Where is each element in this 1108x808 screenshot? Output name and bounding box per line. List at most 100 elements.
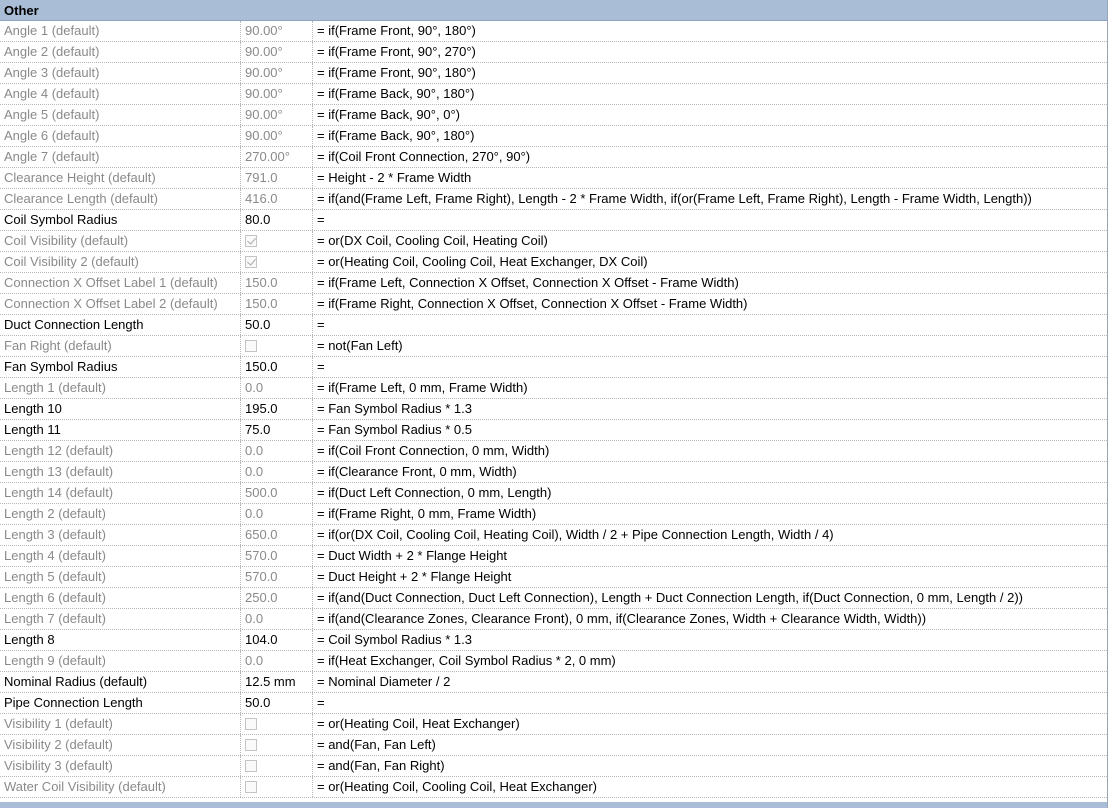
parameter-row[interactable]: Nominal Radius (default) 12.5 mm = Nominal… (0, 672, 1107, 693)
parameter-value[interactable]: 0.0 (241, 651, 313, 671)
parameter-value-checkbox-cell[interactable] (241, 336, 313, 356)
parameter-value[interactable]: 90.00° (241, 63, 313, 83)
parameter-row[interactable]: Connection X Offset Label 2 (default) 150… (0, 294, 1107, 315)
parameter-formula[interactable]: = if(Frame Front, 90°, 270°) (313, 42, 1107, 62)
parameter-row[interactable]: Connection X Offset Label 1 (default) 150… (0, 273, 1107, 294)
parameter-formula[interactable]: = Fan Symbol Radius * 0.5 (313, 420, 1107, 440)
parameter-formula[interactable]: = if(Frame Back, 90°, 0°) (313, 105, 1107, 125)
parameter-row[interactable]: Visibility 2 (default) = and(Fan, Fan Lef… (0, 735, 1107, 756)
parameter-formula[interactable]: = if(Frame Front, 90°, 180°) (313, 63, 1107, 83)
parameter-row[interactable]: Fan Symbol Radius 150.0 = (0, 357, 1107, 378)
parameter-row[interactable]: Angle 1 (default) 90.00° = if(Frame Front,… (0, 21, 1107, 42)
parameter-formula[interactable]: = if(and(Clearance Zones, Clearance Fron… (313, 609, 1107, 629)
parameter-formula[interactable]: = (313, 693, 1107, 713)
parameter-value[interactable]: 195.0 (241, 399, 313, 419)
parameter-row[interactable]: Length 7 (default) 0.0 = if(and(Clearance … (0, 609, 1107, 630)
parameter-row[interactable]: Angle 3 (default) 90.00° = if(Frame Front,… (0, 63, 1107, 84)
parameter-row[interactable]: Length 4 (default) 570.0 = Duct Width + 2 … (0, 546, 1107, 567)
parameter-value[interactable]: 90.00° (241, 21, 313, 41)
parameter-formula[interactable]: = (313, 210, 1107, 230)
parameter-formula[interactable]: = or(DX Coil, Cooling Coil, Heating Coil… (313, 231, 1107, 251)
parameter-row[interactable]: Length 2 (default) 0.0 = if(Frame Right, 0… (0, 504, 1107, 525)
parameter-row[interactable]: Visibility 3 (default) = and(Fan, Fan Rig… (0, 756, 1107, 777)
parameter-formula[interactable]: = if(or(DX Coil, Cooling Coil, Heating C… (313, 525, 1107, 545)
checkbox-unchecked-icon[interactable] (245, 738, 257, 751)
parameter-value[interactable]: 150.0 (241, 357, 313, 377)
parameter-formula[interactable]: = if(Frame Left, 0 mm, Frame Width) (313, 378, 1107, 398)
parameter-row[interactable]: Angle 2 (default) 90.00° = if(Frame Front,… (0, 42, 1107, 63)
parameter-value[interactable]: 270.00° (241, 147, 313, 167)
parameter-formula[interactable]: = (313, 315, 1107, 335)
parameter-row[interactable]: Length 6 (default) 250.0 = if(and(Duct Con… (0, 588, 1107, 609)
parameter-row[interactable]: Length 10 195.0 = Fan Symbol Radius * 1.3 (0, 399, 1107, 420)
parameter-value[interactable]: 80.0 (241, 210, 313, 230)
parameter-row[interactable]: Coil Symbol Radius 80.0 = (0, 210, 1107, 231)
group-header-other[interactable]: Other (0, 0, 1107, 21)
parameter-row[interactable]: Length 12 (default) 0.0 = if(Coil Front Co… (0, 441, 1107, 462)
parameter-value[interactable]: 12.5 mm (241, 672, 313, 692)
parameter-row[interactable]: Coil Visibility 2 (default) = or(Heating … (0, 252, 1107, 273)
parameter-row[interactable]: Water Coil Visibility (default) = or(Heat… (0, 777, 1107, 798)
parameter-row[interactable]: Length 14 (default) 500.0 = if(Duct Left C… (0, 483, 1107, 504)
parameter-value[interactable]: 650.0 (241, 525, 313, 545)
parameter-formula[interactable]: = if(Heat Exchanger, Coil Symbol Radius … (313, 651, 1107, 671)
parameter-value[interactable]: 90.00° (241, 84, 313, 104)
parameter-value-checkbox-cell[interactable] (241, 777, 313, 797)
parameter-formula[interactable]: = if(Frame Front, 90°, 180°) (313, 21, 1107, 41)
parameter-value[interactable]: 90.00° (241, 42, 313, 62)
parameter-formula[interactable]: = if(Frame Right, Connection X Offset, C… (313, 294, 1107, 314)
parameter-formula[interactable]: = or(Heating Coil, Cooling Coil, Heat Ex… (313, 777, 1107, 797)
parameter-formula[interactable]: = if(Coil Front Connection, 0 mm, Width) (313, 441, 1107, 461)
parameter-formula[interactable]: = if(Frame Back, 90°, 180°) (313, 84, 1107, 104)
parameter-value[interactable]: 0.0 (241, 378, 313, 398)
parameter-value-checkbox-cell[interactable] (241, 756, 313, 776)
parameter-value[interactable]: 50.0 (241, 315, 313, 335)
parameter-formula[interactable]: = if(Frame Right, 0 mm, Frame Width) (313, 504, 1107, 524)
parameter-value[interactable]: 570.0 (241, 567, 313, 587)
parameter-formula[interactable]: = if(Frame Left, Connection X Offset, Co… (313, 273, 1107, 293)
parameter-value[interactable]: 791.0 (241, 168, 313, 188)
parameter-value[interactable]: 150.0 (241, 294, 313, 314)
parameter-row[interactable]: Pipe Connection Length 50.0 = (0, 693, 1107, 714)
parameter-formula[interactable]: = not(Fan Left) (313, 336, 1107, 356)
parameter-value[interactable]: 500.0 (241, 483, 313, 503)
parameter-formula[interactable]: = Height - 2 * Frame Width (313, 168, 1107, 188)
parameter-formula[interactable]: = (313, 357, 1107, 377)
parameter-row[interactable]: Length 8 104.0 = Coil Symbol Radius * 1.3 (0, 630, 1107, 651)
parameter-row[interactable]: Coil Visibility (default) = or(DX Coil, C… (0, 231, 1107, 252)
checkbox-unchecked-icon[interactable] (245, 717, 257, 730)
parameter-value-checkbox-cell[interactable] (241, 714, 313, 734)
checkbox-checked-icon[interactable] (245, 234, 257, 247)
parameter-value-checkbox-cell[interactable] (241, 252, 313, 272)
parameter-value[interactable]: 90.00° (241, 105, 313, 125)
parameter-row[interactable]: Duct Connection Length 50.0 = (0, 315, 1107, 336)
parameter-value[interactable]: 0.0 (241, 609, 313, 629)
parameter-value[interactable]: 150.0 (241, 273, 313, 293)
parameter-value[interactable]: 0.0 (241, 462, 313, 482)
parameter-formula[interactable]: = or(Heating Coil, Cooling Coil, Heat Ex… (313, 252, 1107, 272)
parameter-row[interactable]: Angle 5 (default) 90.00° = if(Frame Back, … (0, 105, 1107, 126)
parameter-formula[interactable]: = if(and(Duct Connection, Duct Left Conn… (313, 588, 1107, 608)
parameter-row[interactable]: Length 5 (default) 570.0 = Duct Height + 2… (0, 567, 1107, 588)
parameter-formula[interactable]: = Duct Width + 2 * Flange Height (313, 546, 1107, 566)
parameter-formula[interactable]: = if(and(Frame Left, Frame Right), Lengt… (313, 189, 1107, 209)
parameter-value-checkbox-cell[interactable] (241, 231, 313, 251)
parameter-formula[interactable]: = if(Clearance Front, 0 mm, Width) (313, 462, 1107, 482)
parameter-value[interactable]: 0.0 (241, 504, 313, 524)
parameter-formula[interactable]: = Duct Height + 2 * Flange Height (313, 567, 1107, 587)
parameter-row[interactable]: Length 11 75.0 = Fan Symbol Radius * 0.5 (0, 420, 1107, 441)
checkbox-checked-icon[interactable] (245, 255, 257, 268)
parameter-row[interactable]: Length 1 (default) 0.0 = if(Frame Left, 0 … (0, 378, 1107, 399)
parameter-formula[interactable]: = and(Fan, Fan Left) (313, 735, 1107, 755)
parameter-value-checkbox-cell[interactable] (241, 735, 313, 755)
parameter-row[interactable]: Clearance Length (default) 416.0 = if(and(… (0, 189, 1107, 210)
checkbox-unchecked-icon[interactable] (245, 339, 257, 352)
parameter-value[interactable]: 416.0 (241, 189, 313, 209)
parameter-value[interactable]: 50.0 (241, 693, 313, 713)
parameter-row[interactable]: Length 3 (default) 650.0 = if(or(DX Coil, … (0, 525, 1107, 546)
parameter-row[interactable]: Length 9 (default) 0.0 = if(Heat Exchanger… (0, 651, 1107, 672)
parameter-row[interactable]: Angle 6 (default) 90.00° = if(Frame Back, … (0, 126, 1107, 147)
parameter-formula[interactable]: = Nominal Diameter / 2 (313, 672, 1107, 692)
parameter-formula[interactable]: = or(Heating Coil, Heat Exchanger) (313, 714, 1107, 734)
parameter-value[interactable]: 75.0 (241, 420, 313, 440)
